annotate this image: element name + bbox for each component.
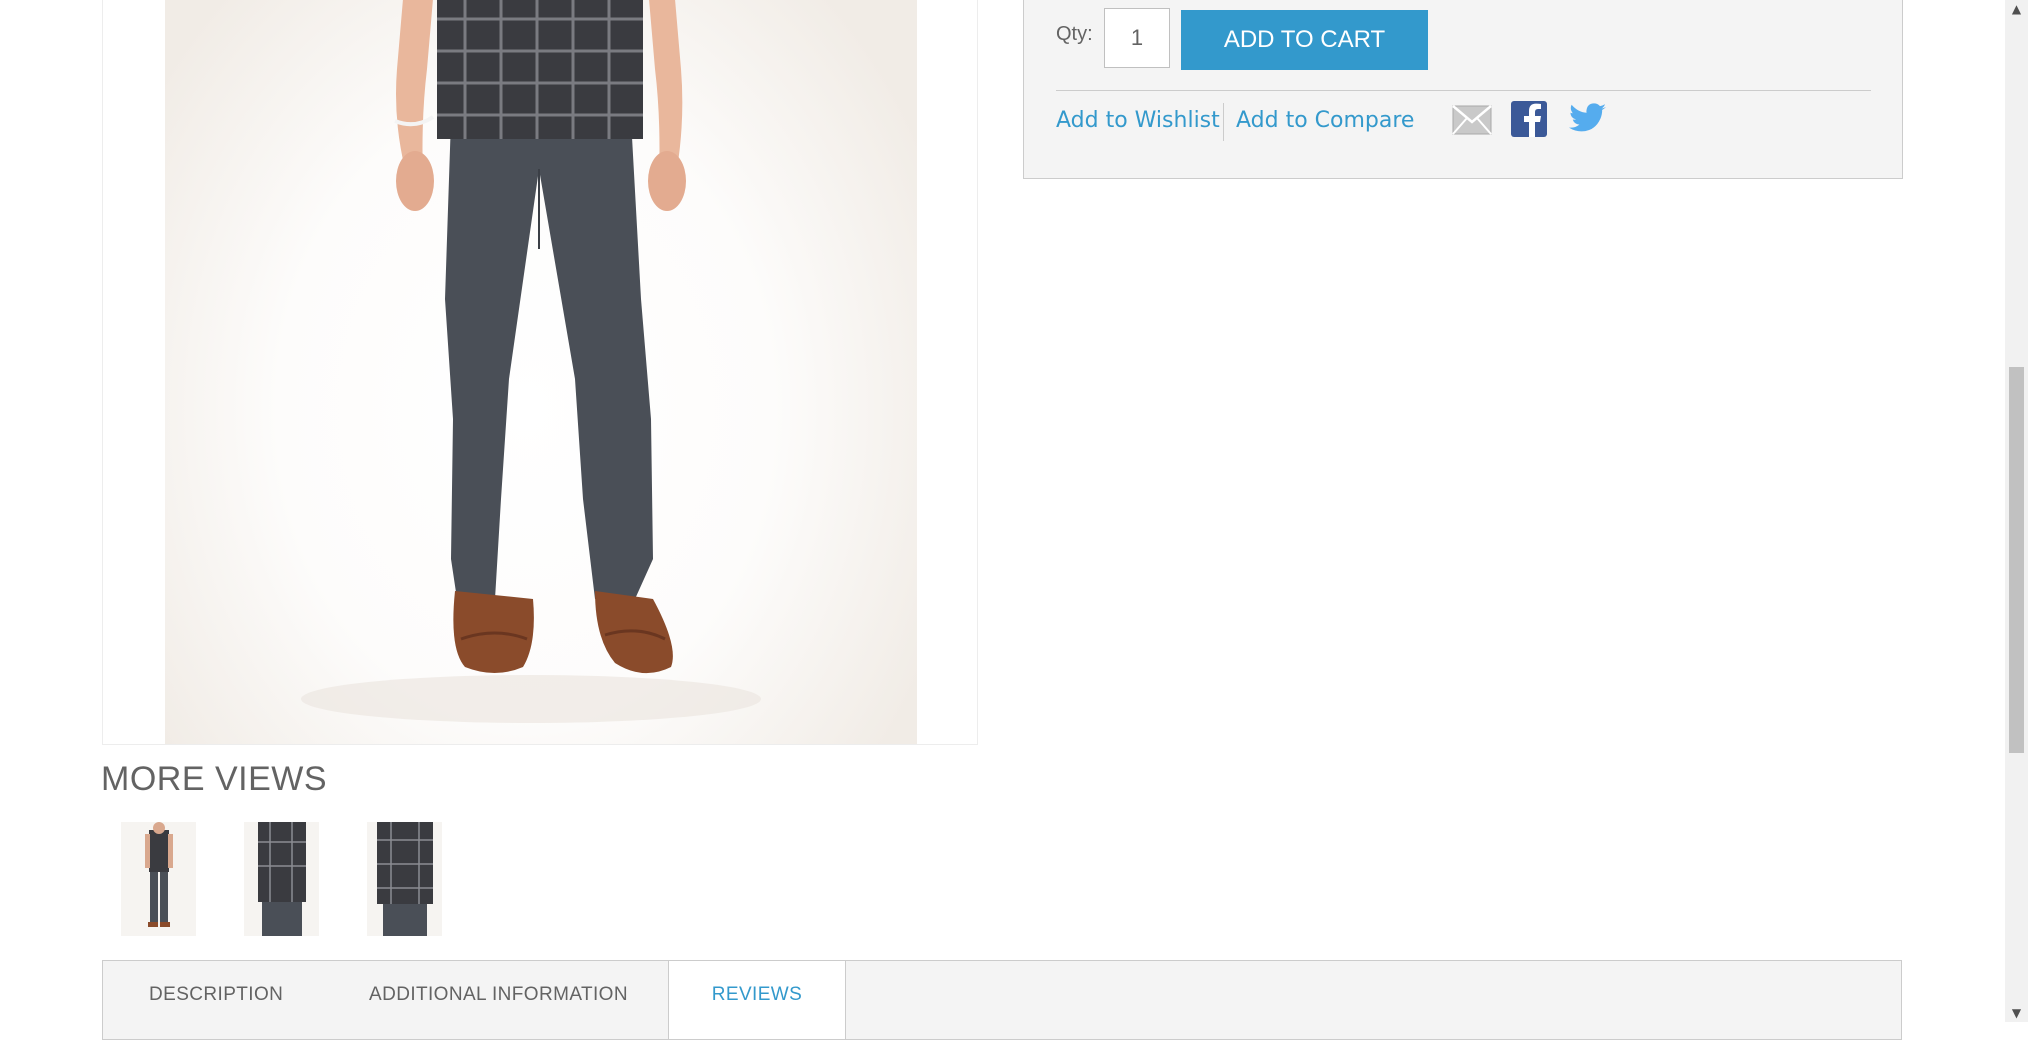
add-to-cart-box: Qty: ADD TO CART Add to Wishlist Add to … xyxy=(1023,0,1903,179)
email-icon[interactable] xyxy=(1452,105,1492,139)
product-thumbnail-back[interactable] xyxy=(367,822,442,936)
qty-input[interactable] xyxy=(1104,8,1170,68)
more-views-title: MORE VIEWS xyxy=(101,760,328,798)
scroll-down-arrow-icon[interactable]: ▼ xyxy=(2005,1004,2028,1022)
product-photo xyxy=(165,0,917,744)
product-main-image[interactable] xyxy=(102,0,978,745)
scroll-thumb[interactable] xyxy=(2009,367,2024,753)
add-to-cart-button[interactable]: ADD TO CART xyxy=(1181,10,1428,70)
product-thumbnail-side[interactable] xyxy=(244,822,319,936)
qty-label: Qty: xyxy=(1056,23,1093,45)
add-to-compare-link[interactable]: Add to Compare xyxy=(1236,108,1414,133)
tab-additional-information[interactable]: ADDITIONAL INFORMATION xyxy=(369,961,628,1039)
more-views-thumbnails xyxy=(121,822,442,936)
product-thumbnail-front[interactable] xyxy=(121,822,196,936)
tab-reviews[interactable]: REVIEWS xyxy=(668,961,846,1039)
divider xyxy=(1056,90,1871,91)
product-tabs: DESCRIPTION ADDITIONAL INFORMATION REVIE… xyxy=(102,960,1902,1040)
vertical-scrollbar[interactable]: ▲ ▼ xyxy=(2005,0,2028,1022)
link-separator xyxy=(1223,103,1224,141)
twitter-icon[interactable] xyxy=(1569,103,1607,139)
tab-description[interactable]: DESCRIPTION xyxy=(149,961,283,1039)
scroll-up-arrow-icon[interactable]: ▲ xyxy=(2005,0,2028,18)
add-to-wishlist-link[interactable]: Add to Wishlist xyxy=(1056,108,1220,133)
facebook-icon[interactable] xyxy=(1511,101,1547,141)
